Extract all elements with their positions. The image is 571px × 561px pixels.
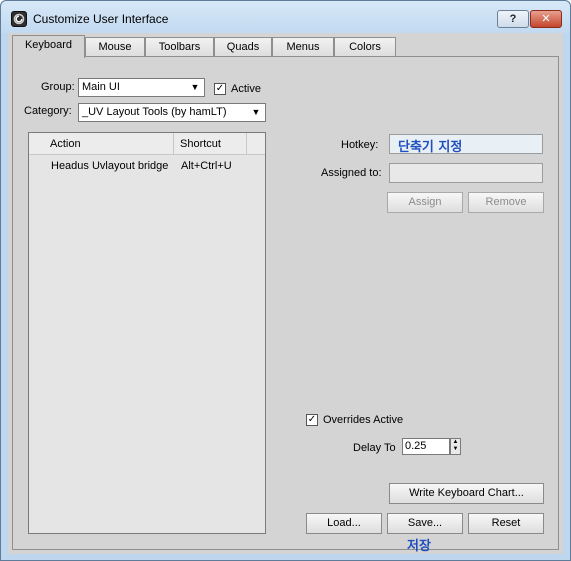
remove-button[interactable]: Remove	[468, 192, 544, 213]
category-value: _UV Layout Tools (by hamLT)	[82, 106, 227, 118]
assign-button[interactable]: Assign	[387, 192, 463, 213]
action-name: Headus Uvlayout bridge	[51, 160, 169, 172]
delay-spinner-arrows[interactable]: ▲ ▼	[450, 438, 461, 455]
group-dropdown[interactable]: Main UI ▼	[78, 78, 205, 97]
group-label: Group:	[41, 81, 75, 93]
tab-colors[interactable]: Colors	[334, 37, 396, 57]
assigned-to-field	[389, 163, 543, 183]
chevron-down-icon: ▼	[251, 107, 261, 117]
tab-mouse[interactable]: Mouse	[85, 37, 145, 57]
write-keyboard-chart-button[interactable]: Write Keyboard Chart...	[389, 483, 544, 504]
delay-to-input[interactable]: 0.25	[402, 438, 450, 455]
reset-button[interactable]: Reset	[468, 513, 544, 534]
category-label: Category:	[24, 105, 72, 117]
tab-toolbars[interactable]: Toolbars	[145, 37, 214, 57]
tab-keyboard[interactable]: Keyboard	[12, 35, 85, 58]
active-checkbox[interactable]: ✓	[214, 83, 226, 95]
list-item[interactable]: Headus Uvlayout bridge Alt+Ctrl+U	[29, 157, 265, 175]
customize-ui-window: Customize User Interface ? ✕ Keyboard Mo…	[0, 0, 571, 561]
action-shortcut: Alt+Ctrl+U	[181, 160, 232, 172]
chevron-down-icon: ▼	[190, 82, 200, 92]
close-button[interactable]: ✕	[530, 10, 562, 28]
overrides-active-checkbox[interactable]: ✓	[306, 414, 318, 426]
save-annotation: 저장	[407, 539, 431, 554]
hotkey-label: Hotkey:	[341, 139, 379, 151]
help-button[interactable]: ?	[497, 10, 529, 28]
dialog-client: Keyboard Mouse Toolbars Quads Menus Colo…	[8, 33, 563, 554]
list-header: Action Shortcut	[29, 133, 265, 155]
delay-to-label: Delay To	[353, 442, 396, 454]
column-shortcut[interactable]: Shortcut	[174, 133, 247, 155]
keyboard-panel: Group: Main UI ▼ ✓ Active Category: _UV …	[12, 56, 559, 554]
column-action[interactable]: Action	[29, 133, 174, 155]
app-icon	[11, 11, 27, 27]
action-list[interactable]: Action Shortcut Headus Uvlayout bridge A…	[28, 132, 266, 534]
tab-quads[interactable]: Quads	[214, 37, 272, 57]
title-bar[interactable]: Customize User Interface ? ✕	[1, 1, 570, 33]
category-dropdown[interactable]: _UV Layout Tools (by hamLT) ▼	[78, 103, 266, 122]
assigned-to-label: Assigned to:	[321, 167, 382, 179]
hotkey-input[interactable]: 단축기 지정	[389, 134, 543, 155]
tab-menus[interactable]: Menus	[272, 37, 334, 57]
active-label: Active	[231, 83, 261, 95]
hotkey-annotation: 단축기 지정	[398, 140, 463, 155]
group-value: Main UI	[82, 81, 120, 93]
load-button[interactable]: Load...	[306, 513, 382, 534]
overrides-active-label: Overrides Active	[323, 414, 404, 426]
window-title: Customize User Interface	[33, 12, 169, 26]
save-button[interactable]: Save...	[387, 513, 463, 534]
